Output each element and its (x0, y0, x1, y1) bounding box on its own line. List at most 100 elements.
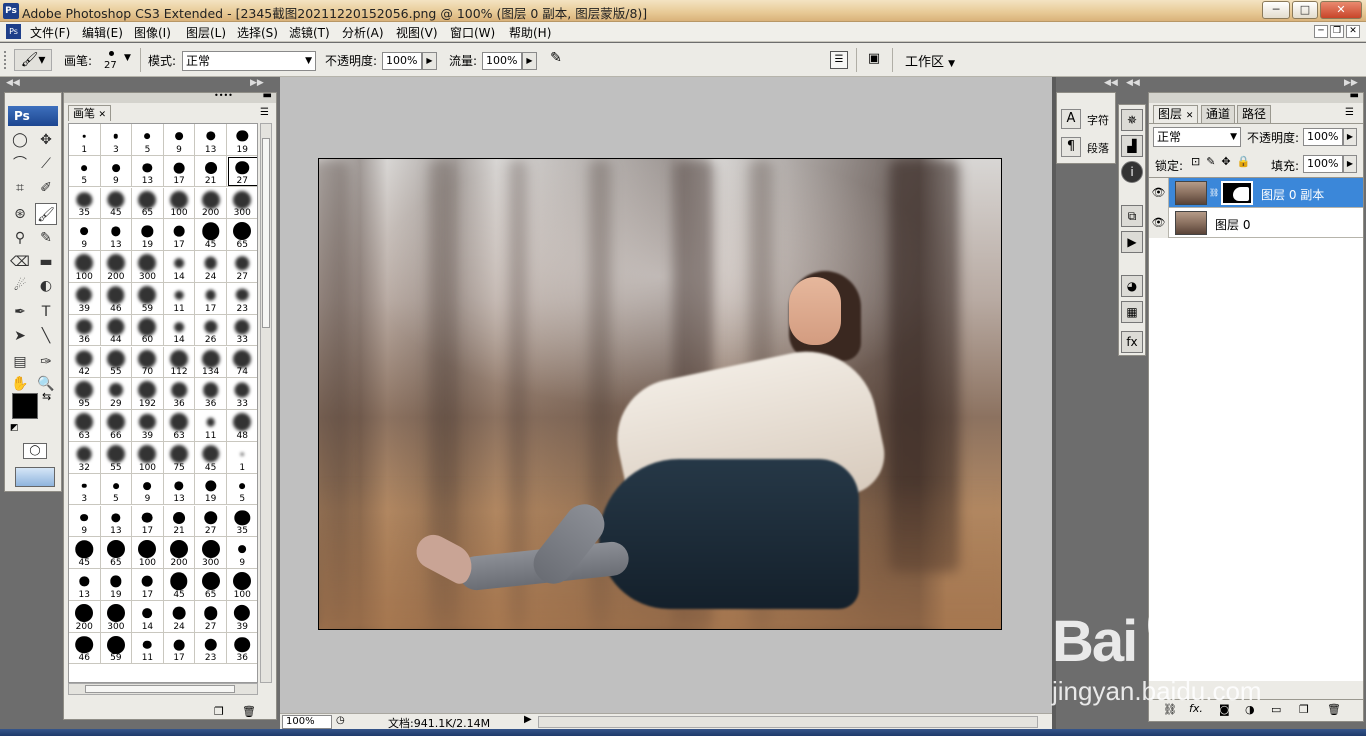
expand-icon[interactable]: ◀◀ (1126, 78, 1140, 88)
brush-preset[interactable]: 9 (227, 537, 257, 569)
tab-brushes[interactable]: 画笔 ✕ (68, 105, 112, 121)
brush-tool-preset-icon[interactable]: 🖌▾ (14, 49, 52, 71)
brush-preset[interactable]: 24 (163, 601, 196, 633)
notes-icon[interactable]: ▤ (9, 351, 31, 373)
brush-preset[interactable]: 27 (227, 155, 257, 188)
brush-preset[interactable]: 5 (69, 155, 101, 188)
brush-preset[interactable]: 100 (69, 251, 101, 283)
brush-preset[interactable]: 100 (132, 442, 164, 474)
brush-preset[interactable]: 200 (195, 187, 227, 220)
swatches-icon[interactable]: ▦ (1121, 301, 1143, 323)
eyedropper-icon[interactable]: ✑ (35, 351, 57, 373)
lock-options-icons[interactable]: ⊡✎✥🔒 (1191, 155, 1256, 168)
brush-preset[interactable]: 17 (163, 155, 196, 188)
close-icon[interactable]: ✕ (1186, 111, 1194, 121)
info-icon[interactable]: i (1121, 161, 1143, 183)
brush-preset[interactable]: 5 (132, 124, 164, 156)
collapse-icon[interactable]: ◀◀ (6, 78, 20, 88)
fill-slider-button[interactable]: ▶ (1343, 155, 1357, 173)
brush-preset[interactable]: 55 (100, 442, 133, 474)
menu-item[interactable]: 视图(V) (396, 24, 438, 41)
brush-preset[interactable]: 44 (100, 314, 133, 347)
type-icon[interactable]: T (35, 301, 57, 323)
brush-preset[interactable]: 300 (195, 537, 227, 569)
path-select-icon[interactable]: ➤ (9, 325, 31, 347)
blur-icon[interactable]: ☄ (9, 275, 31, 297)
brush-preset[interactable]: 27 (195, 601, 227, 633)
brush-preset[interactable]: 17 (163, 219, 196, 251)
brush-preset[interactable]: 17 (132, 505, 164, 538)
brush-preset[interactable]: 11 (195, 410, 227, 442)
navigator-icon[interactable]: ✵ (1121, 109, 1143, 131)
brush-preset[interactable]: 9 (132, 473, 164, 506)
brush-preset[interactable]: 55 (100, 346, 133, 379)
flow-input[interactable]: 100% (482, 52, 522, 70)
brush-preset[interactable]: 32 (69, 442, 101, 474)
doc-minimize-button[interactable]: ─ (1314, 25, 1328, 38)
brush-preset[interactable]: 11 (163, 283, 196, 315)
panel-menu-icon[interactable]: ☰ (260, 107, 269, 118)
brush-picker[interactable]: 27 ▼ (100, 47, 136, 75)
brush-preset[interactable]: 23 (227, 283, 257, 315)
brush-preset[interactable]: 3 (100, 124, 133, 156)
menu-item[interactable]: 选择(S) (237, 24, 278, 41)
pen-icon[interactable]: ✒ (9, 301, 31, 323)
brush-preset[interactable]: 45 (163, 569, 196, 601)
brush-preset[interactable]: 45 (100, 187, 133, 220)
brush-preset[interactable]: 23 (195, 632, 227, 665)
status-info-icon[interactable]: ◷ (336, 715, 345, 726)
scroll-thumb[interactable] (85, 685, 235, 693)
panel-menu-icon[interactable]: ☰ (1345, 107, 1354, 118)
brush-preset[interactable]: 5 (100, 473, 133, 506)
brush-preset[interactable]: 39 (132, 410, 164, 442)
brush-preset[interactable]: 24 (195, 251, 227, 283)
brush-preset[interactable]: 200 (69, 601, 101, 633)
opacity-slider-button[interactable]: ▶ (422, 52, 437, 70)
brush-preset[interactable]: 17 (195, 283, 227, 315)
styles-icon[interactable]: fx (1121, 331, 1143, 353)
brush-preset[interactable]: 65 (227, 219, 257, 251)
eye-icon[interactable]: 👁 (1149, 178, 1169, 208)
character-icon[interactable]: A (1061, 109, 1081, 129)
hand-icon[interactable]: ✋ (9, 373, 31, 395)
expand-icon[interactable]: ▶▶ (1344, 78, 1358, 88)
brush-preset[interactable]: 46 (100, 283, 133, 315)
bridge-icon[interactable]: ▣ (862, 51, 886, 69)
tab-paths[interactable]: 路径 (1237, 105, 1272, 123)
brush-preset[interactable]: 65 (195, 569, 227, 601)
brush-preset[interactable]: 19 (100, 569, 133, 601)
history-icon[interactable]: ⧉ (1121, 205, 1143, 227)
brush-preset[interactable]: 27 (195, 505, 227, 538)
brush-preset[interactable]: 11 (132, 632, 164, 665)
brush-preset[interactable]: 17 (132, 569, 164, 601)
move-icon[interactable]: ✥ (35, 129, 57, 151)
brush-preset[interactable]: 33 (227, 378, 257, 410)
doc-restore-button[interactable]: ❐ (1330, 25, 1344, 38)
trash-icon[interactable]: 🗑 (242, 705, 256, 718)
brush-preset[interactable]: 36 (227, 632, 257, 665)
brush-preset[interactable]: 39 (227, 601, 257, 633)
opacity-input[interactable]: 100% (382, 52, 422, 70)
history-brush-icon[interactable]: ✎ (35, 227, 57, 249)
brush-preset[interactable]: 21 (195, 155, 227, 188)
brush-preset[interactable]: 300 (227, 187, 257, 220)
brush-preset[interactable]: 1 (227, 442, 257, 474)
brush-preset[interactable]: 36 (163, 378, 196, 410)
brush-preset[interactable]: 39 (69, 283, 101, 315)
brush-preset[interactable]: 60 (132, 314, 164, 347)
horizontal-scrollbar[interactable] (68, 683, 258, 695)
brush-preset[interactable]: 300 (100, 601, 133, 633)
document-image[interactable] (318, 158, 1002, 630)
menu-item[interactable]: 编辑(E) (82, 24, 123, 41)
brush-preset[interactable]: 21 (163, 505, 196, 538)
default-colors-icon[interactable]: ◩ (10, 423, 19, 433)
brush-preset[interactable]: 45 (195, 442, 227, 474)
brush-preset[interactable]: 66 (100, 410, 133, 442)
brush-preset[interactable]: 13 (195, 124, 227, 156)
screen-mode-icon[interactable] (15, 467, 55, 487)
line-icon[interactable]: ╲ (35, 325, 57, 347)
doc-close-button[interactable]: ✕ (1346, 25, 1360, 38)
chain-link-icon[interactable]: ⛓ (1209, 188, 1219, 197)
airbrush-icon[interactable]: ✎ (545, 50, 567, 70)
brush-preset[interactable]: 36 (195, 378, 227, 410)
